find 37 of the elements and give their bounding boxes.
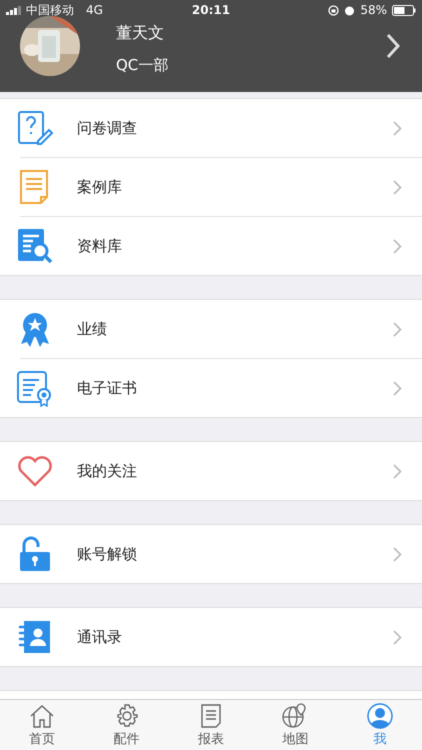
menu-item[interactable]: 电子证书 [54, 378, 393, 398]
question-pencil-icon [16, 109, 54, 147]
menu-item[interactable]: 业绩 [54, 320, 393, 338]
menu-item[interactable]: 资料库 [54, 236, 393, 256]
document-search-icon [16, 227, 54, 265]
chevron-right-icon [393, 546, 402, 562]
chevron-right-icon [393, 238, 402, 254]
certificate-icon [16, 369, 54, 407]
user-icon [366, 702, 393, 728]
clock-text: 20:11 [192, 3, 230, 17]
tab-item[interactable]: 配件 [84, 700, 169, 750]
chevron-right-icon [393, 180, 402, 194]
alarm-icon [344, 4, 356, 16]
network-text: 4G [86, 3, 103, 17]
department-text: QC一部 [116, 56, 170, 75]
menu-item[interactable]: 我的关注 [54, 462, 393, 480]
chevron-right-icon [393, 380, 402, 396]
rotation-lock-icon [328, 4, 340, 16]
tab-item[interactable]: 地图 [253, 700, 338, 750]
tab-item[interactable]: 报表 [168, 700, 254, 750]
menu-item[interactable]: 通讯录 [54, 628, 393, 646]
battery-icon [392, 4, 416, 16]
chevron-right-icon [393, 322, 402, 336]
chevron-right-icon [393, 464, 402, 478]
menu-item[interactable]: 案例库 [54, 178, 393, 196]
chevron-right-icon[interactable] [386, 33, 400, 59]
menu-item[interactable]: 问卷调查 [54, 118, 393, 138]
home-icon [29, 702, 56, 728]
chevron-right-icon [393, 120, 402, 136]
carrier-text: 中国移动 [26, 2, 74, 18]
signal-icon [6, 6, 22, 14]
tab-item[interactable]: 首页 [0, 700, 84, 750]
battery-text: 58% [360, 3, 388, 17]
chevron-right-icon [393, 630, 402, 644]
globe-pin-icon [282, 702, 308, 728]
menu-item[interactable]: 账号解锁 [54, 544, 393, 564]
user-name: 董天文 [116, 23, 165, 44]
